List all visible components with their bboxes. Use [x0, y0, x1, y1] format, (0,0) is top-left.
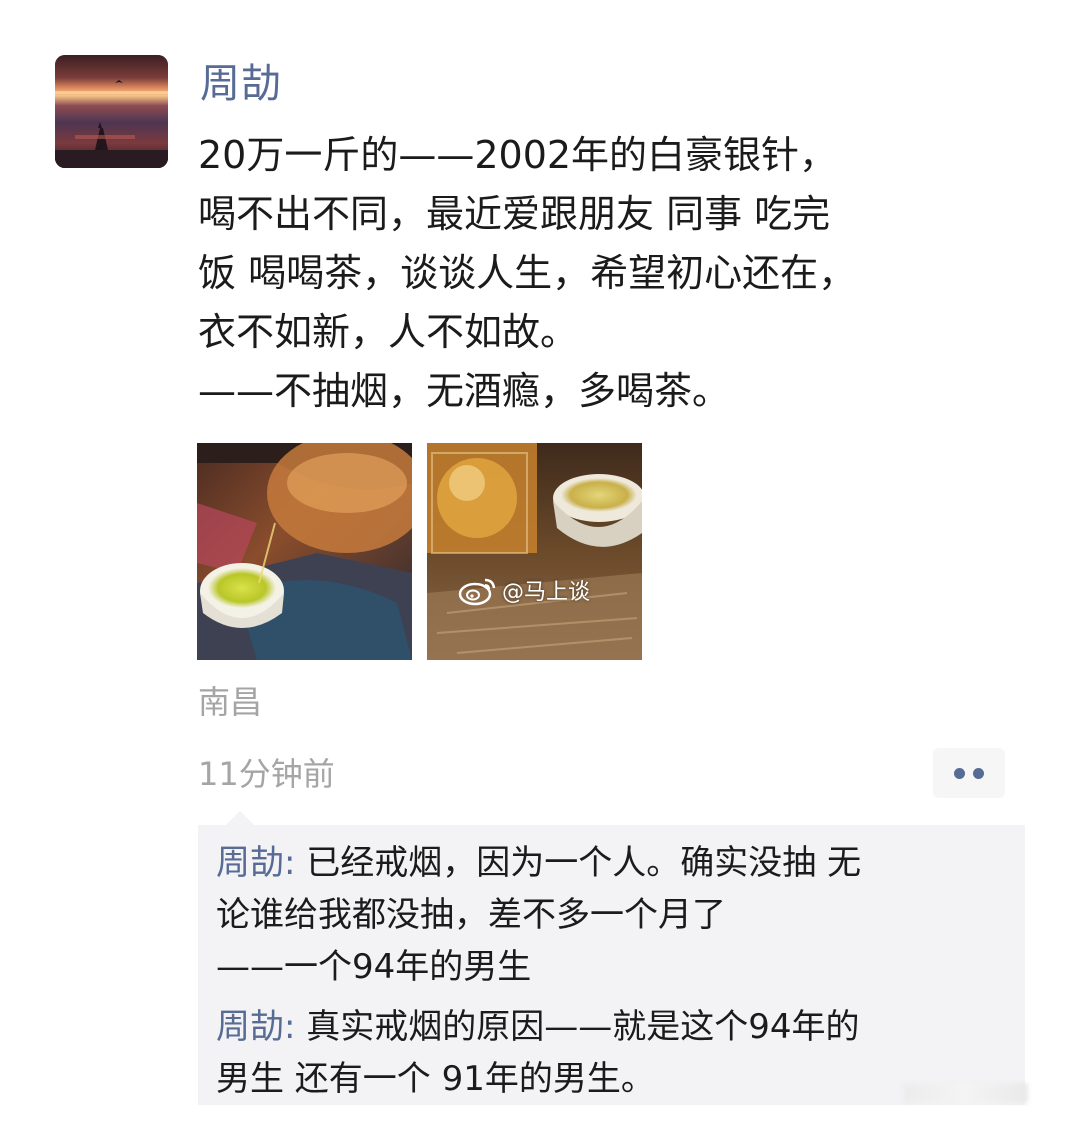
- sunset-avatar-image: [55, 55, 168, 168]
- more-actions-button[interactable]: [933, 748, 1005, 798]
- comment-item[interactable]: 周劼: 真实戒烟的原因——就是这个94年的 男生 还有一个 91年的男生。: [216, 1001, 1016, 1105]
- post-text-line: ——不抽烟，无酒瘾，多喝茶。: [198, 369, 731, 413]
- post-text-line: 饭 喝喝茶，谈谈人生，希望初心还在，: [198, 251, 857, 295]
- avatar[interactable]: [55, 55, 168, 168]
- comment-line: 男生 还有一个 91年的男生。: [216, 1059, 655, 1099]
- comment-separator: :: [284, 1007, 296, 1047]
- weibo-icon: [458, 578, 496, 606]
- post-text-line: 衣不如新，人不如故。: [198, 310, 579, 354]
- comment-line: ——一个94年的男生: [216, 947, 532, 987]
- post-author[interactable]: 周劼: [200, 56, 282, 112]
- post-photo-tea-table[interactable]: [427, 443, 642, 660]
- post-time: 11分钟前: [198, 755, 335, 793]
- more-dots-icon: [973, 767, 984, 779]
- comment-separator: :: [284, 843, 296, 883]
- blurred-overlay: [903, 1083, 1028, 1103]
- comment-line: 周劼: 真实戒烟的原因——就是这个94年的: [216, 1001, 1016, 1053]
- post-location[interactable]: 南昌: [198, 680, 262, 724]
- comment-author[interactable]: 周劼: [216, 843, 284, 883]
- comment-line: 周劼: 已经戒烟，因为一个人。确实没抽 无: [216, 837, 1016, 889]
- comment-author[interactable]: 周劼: [216, 1007, 284, 1047]
- post-text: 20万一斤的——2002年的白豪银针， 喝不出不同，最近爱跟朋友 同事 吃完 饭…: [198, 126, 1038, 421]
- weibo-watermark: @马上谈: [458, 574, 590, 606]
- post-text-line: 20万一斤的——2002年的白豪银针，: [198, 133, 838, 177]
- comment-item[interactable]: 周劼: 已经戒烟，因为一个人。确实没抽 无 论谁给我都没抽，差不多一个月了 ——…: [216, 837, 1016, 993]
- post-photo-tea-pour[interactable]: [197, 443, 412, 660]
- post-text-line: 喝不出不同，最近爱跟朋友 同事 吃完: [198, 192, 831, 236]
- comment-text: 真实戒烟的原因——就是这个94年的: [295, 1007, 860, 1047]
- watermark-text: @马上谈: [502, 580, 591, 605]
- comment-text: 已经戒烟，因为一个人。确实没抽 无: [295, 843, 862, 883]
- more-dots-icon: [954, 767, 965, 779]
- comment-line: 论谁给我都没抽，差不多一个月了: [216, 895, 726, 935]
- comments-box: 周劼: 已经戒烟，因为一个人。确实没抽 无 论谁给我都没抽，差不多一个月了 ——…: [198, 811, 1025, 1105]
